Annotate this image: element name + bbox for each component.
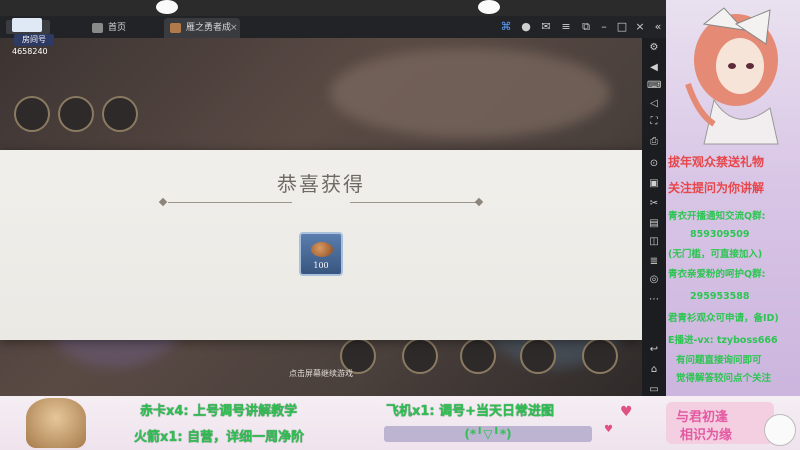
emulator-sidebar: ⚙ ◀ ⌨ ◁ ⛶ ⎙ ⊙ ▣ ✂ ▤ ◫ ≣ ◎ ⋯ ↩ ⌂ ▭ [642,38,666,396]
record-icon[interactable]: ⊙ [647,158,661,170]
game-app-icon [170,23,181,33]
cat-sticker [478,0,500,14]
more-icon[interactable]: ⋯ [647,294,661,306]
room-number: 4658240 [12,47,48,56]
room-label: 房间号 [14,34,54,46]
notice-line: 有问题直接询问即可 [676,355,762,366]
tab-game[interactable]: 雁之勇者成名... × [164,18,240,53]
notice-line: 拔年观众禁送礼物 [668,155,765,169]
close-window-icon[interactable]: × [632,19,648,35]
heart-icon: ♥ [620,404,633,420]
notice-line: 觉得解答较问点个关注 [676,373,772,384]
divider-ornament [158,197,168,207]
volume-up-icon[interactable]: ◀ [647,62,661,74]
scissors-icon[interactable]: ✂ [647,198,661,210]
mascot-figure [26,398,86,448]
contact-line: E播进-vx: tzyboss666 [668,335,778,346]
notice-line: 青衣开播通知交流Q群: [668,211,766,222]
greeting-line: 与君初逢 [676,410,729,425]
reward-dialog[interactable]: 恭喜获得 100 [0,150,642,340]
fullscreen-icon[interactable]: ⛶ [647,116,661,128]
divider-ornament [474,197,484,207]
game-menu-button[interactable] [58,96,94,132]
heart-icon: ♥ [604,424,613,435]
cat-sticker [156,0,178,14]
game-menu-button[interactable] [14,96,50,132]
dialog-title: 恭喜获得 [277,172,365,196]
gift-tier-text: 火箭x1: 自营，详细一周净阶 [134,430,305,445]
screenshot-icon[interactable]: ⎙ [647,136,661,148]
notice-line: (无门槛，可直接加入) [668,249,763,260]
keyboard-icon[interactable]: ⌨ [647,80,661,92]
collapse-icon[interactable]: « [650,19,666,35]
title-divider-left [168,202,292,203]
settings-icon[interactable]: ⚙ [647,42,661,54]
greeting-line: 相识为缘 [680,428,733,443]
gift-tier-text: 赤卡x4: 上号调号讲解教学 [140,404,298,419]
qq-group-number: 295953588 [690,291,750,302]
sync-icon[interactable]: ≣ [647,256,661,268]
gamepad-icon[interactable]: ⌘ [498,19,514,35]
qq-group-number: 859309509 [690,229,750,240]
character-illustration [685,7,779,145]
home-nav-icon[interactable]: ⌂ [647,364,661,376]
apk-icon[interactable]: ▣ [647,178,661,190]
emulator-window: 首页 雁之勇者成名... × ⌘ ● ✉ ≡ ⧉ – □ × « 恭喜获得 [0,16,666,396]
title-divider-right [350,202,476,203]
recent-apps-icon[interactable]: ▭ [647,384,661,396]
greeting-sign: 与君初逢 相识为缘 [666,402,774,444]
emote-box: (*╹▽╹*) [384,426,592,442]
user-icon[interactable]: ● [518,19,534,35]
reward-item-count: 100 [313,261,329,270]
background-scenery [330,48,610,138]
notice-line: 君青衫观众可申请，备ID) [668,313,779,324]
close-tab-icon[interactable]: × [230,18,238,38]
menu-icon[interactable]: ≡ [558,19,574,35]
cat-sticker [764,414,796,446]
emote-text: (*╹▽╹*) [464,427,512,441]
home-icon [92,23,103,33]
streamer-logo [12,18,42,32]
continue-hint: 点击屏幕继续游戏 [289,369,353,378]
volume-down-icon[interactable]: ◁ [647,98,661,110]
mail-icon[interactable]: ✉ [538,19,554,35]
back-icon[interactable]: ↩ [647,344,661,356]
restore-icon[interactable]: ⧉ [578,19,594,35]
notice-line: 关注提问为你讲解 [668,181,765,195]
game-menu-button[interactable] [102,96,138,132]
game-viewport[interactable]: 恭喜获得 100 点击屏幕继续游戏 [0,38,642,396]
tab-home[interactable]: 首页 [86,18,158,38]
bread-icon [311,242,333,257]
shake-icon[interactable]: ◫ [647,236,661,248]
maximize-icon[interactable]: □ [614,19,630,35]
notice-line: 青衣亲爱粉的呵护Q群: [668,269,766,280]
location-icon[interactable]: ◎ [647,274,661,286]
tab-home-label: 首页 [108,23,127,33]
title-bar: 首页 雁之勇者成名... × ⌘ ● ✉ ≡ ⧉ – □ × « [0,16,666,53]
gift-tier-text: 飞机x1: 调号+当天日常进图 [386,404,555,419]
minimize-icon[interactable]: – [596,19,612,35]
reward-item[interactable]: 100 [299,232,343,276]
folder-icon[interactable]: ▤ [647,218,661,230]
stream-info-panel: 拔年观众禁送礼物 关注提问为你讲解 青衣开播通知交流Q群: 859309509 … [666,0,800,450]
